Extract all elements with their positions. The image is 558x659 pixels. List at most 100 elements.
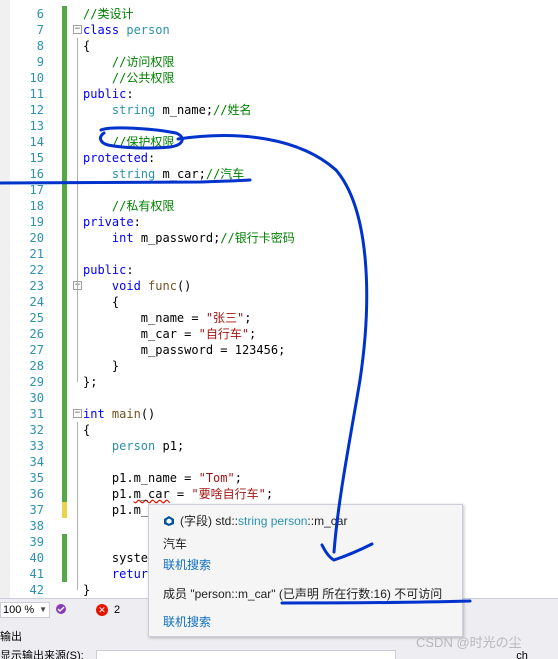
code-line[interactable]: 10 //公共权限 xyxy=(0,70,558,86)
line-number: 30 xyxy=(29,391,44,405)
output-source-label: 显示输出来源(S): xyxy=(0,650,84,659)
code-line[interactable]: 15 protected: xyxy=(0,150,558,166)
code-line[interactable]: 33 person p1; xyxy=(0,438,558,454)
code-line[interactable]: 6 //类设计 xyxy=(0,6,558,22)
line-number: 36 xyxy=(29,487,44,501)
code-line[interactable]: 17 xyxy=(0,182,558,198)
code-text: //公共权限 xyxy=(83,70,174,86)
fold-toggle[interactable]: − xyxy=(73,409,82,418)
code-token: () xyxy=(176,279,192,293)
line-number: 12 xyxy=(29,103,44,117)
online-search-link-2[interactable]: 联机搜索 xyxy=(163,613,211,630)
code-token: ; xyxy=(249,327,257,341)
change-indicator xyxy=(62,198,67,214)
code-token: string xyxy=(111,167,156,181)
code-token: string xyxy=(111,103,156,117)
code-line[interactable]: 11 public: xyxy=(0,86,558,102)
code-line[interactable]: 23 void func() xyxy=(0,278,558,294)
code-text: class person xyxy=(83,22,170,38)
code-line[interactable]: 27 m_password = 123456; xyxy=(0,342,558,358)
code-line[interactable]: 31 int main() xyxy=(0,406,558,422)
code-text: int main() xyxy=(83,406,155,422)
code-text: string m_car;//汽车 xyxy=(83,166,244,182)
code-token: m_car = xyxy=(83,327,199,341)
code-text: }; xyxy=(83,374,97,390)
code-text: //保护权限 xyxy=(83,134,174,150)
change-indicator xyxy=(62,262,67,278)
code-line[interactable]: 14 //保护权限 xyxy=(0,134,558,150)
code-line[interactable]: 22 public: xyxy=(0,262,558,278)
output-source-select[interactable] xyxy=(96,650,396,659)
code-line[interactable]: 36 p1.m_car = "要啥自行车"; xyxy=(0,486,558,502)
line-number: 23 xyxy=(29,279,44,293)
code-line[interactable]: 20 int m_password;//银行卡密码 xyxy=(0,230,558,246)
line-number: 10 xyxy=(29,71,44,85)
code-token: "Tom" xyxy=(198,471,235,485)
code-line[interactable]: 18 //私有权限 xyxy=(0,198,558,214)
change-indicator xyxy=(62,374,67,390)
zoom-select[interactable]: 100 % ▼ xyxy=(0,602,50,618)
code-line[interactable]: 19 private: xyxy=(0,214,558,230)
code-text: m_name = "张三"; xyxy=(83,310,252,326)
code-token: p1.m_name = xyxy=(83,471,199,485)
fold-toggle[interactable]: − xyxy=(73,25,82,34)
code-token: "要啥自行车" xyxy=(191,487,266,501)
health-icon[interactable] xyxy=(55,603,67,615)
line-number: 8 xyxy=(36,39,44,53)
code-line[interactable]: 35 p1.m_name = "Tom"; xyxy=(0,470,558,486)
code-line[interactable]: 34 xyxy=(0,454,558,470)
change-indicator xyxy=(62,134,67,150)
line-number: 13 xyxy=(29,119,44,133)
code-line[interactable]: 25 m_name = "张三"; xyxy=(0,310,558,326)
code-line[interactable]: 16 string m_car;//汽车 xyxy=(0,166,558,182)
code-token: public xyxy=(83,263,127,277)
code-line[interactable]: 9 //访问权限 xyxy=(0,54,558,70)
code-line[interactable]: 24 { xyxy=(0,294,558,310)
code-line[interactable]: 32 { xyxy=(0,422,558,438)
code-line[interactable]: 7 class person xyxy=(0,22,558,38)
error-count[interactable]: ✕ 2 xyxy=(96,603,120,617)
code-text: public: xyxy=(83,86,134,102)
line-number: 20 xyxy=(29,231,44,245)
code-token: public xyxy=(83,87,127,101)
line-number: 22 xyxy=(29,263,44,277)
code-line[interactable]: 26 m_car = "自行车"; xyxy=(0,326,558,342)
code-text: //私有权限 xyxy=(83,198,174,214)
code-line[interactable]: 29}; xyxy=(0,374,558,390)
line-number: 25 xyxy=(29,311,44,325)
code-line[interactable]: 21 xyxy=(0,246,558,262)
code-line[interactable]: 12 string m_name;//姓名 xyxy=(0,102,558,118)
tooltip-error-message: 成员 "person::m_car" (已声明 所在行数:16) 不可访问 xyxy=(163,587,443,601)
code-token: system xyxy=(83,551,156,565)
change-indicator xyxy=(62,102,67,118)
change-indicator xyxy=(62,550,67,566)
change-indicator xyxy=(62,294,67,310)
code-line[interactable]: 30 xyxy=(0,390,558,406)
line-number: 40 xyxy=(29,551,44,565)
code-text: p1.m_name = "Tom"; xyxy=(83,470,242,486)
chevron-down-icon: ▼ xyxy=(39,605,47,614)
code-line[interactable]: 8{ xyxy=(0,38,558,54)
code-text: person p1; xyxy=(83,438,184,454)
tooltip-description: 汽车 xyxy=(163,537,188,551)
code-line[interactable]: 13 xyxy=(0,118,558,134)
change-indicator xyxy=(62,38,67,54)
online-search-link[interactable]: 联机搜索 xyxy=(163,556,211,573)
line-number: 31 xyxy=(29,407,44,421)
code-text: void func() xyxy=(83,278,192,294)
code-line[interactable]: 28 } xyxy=(0,358,558,374)
change-indicator xyxy=(62,390,67,406)
code-text: //访问权限 xyxy=(83,54,174,70)
code-token: ; xyxy=(265,487,274,501)
code-text: protected: xyxy=(83,150,155,166)
change-indicator xyxy=(62,534,67,550)
line-number: 19 xyxy=(29,215,44,229)
code-text: system xyxy=(83,550,155,566)
line-number: 26 xyxy=(29,327,44,341)
tooltip-signature: (字段) std::string person::m_car xyxy=(163,512,347,529)
change-indicator xyxy=(62,422,67,438)
